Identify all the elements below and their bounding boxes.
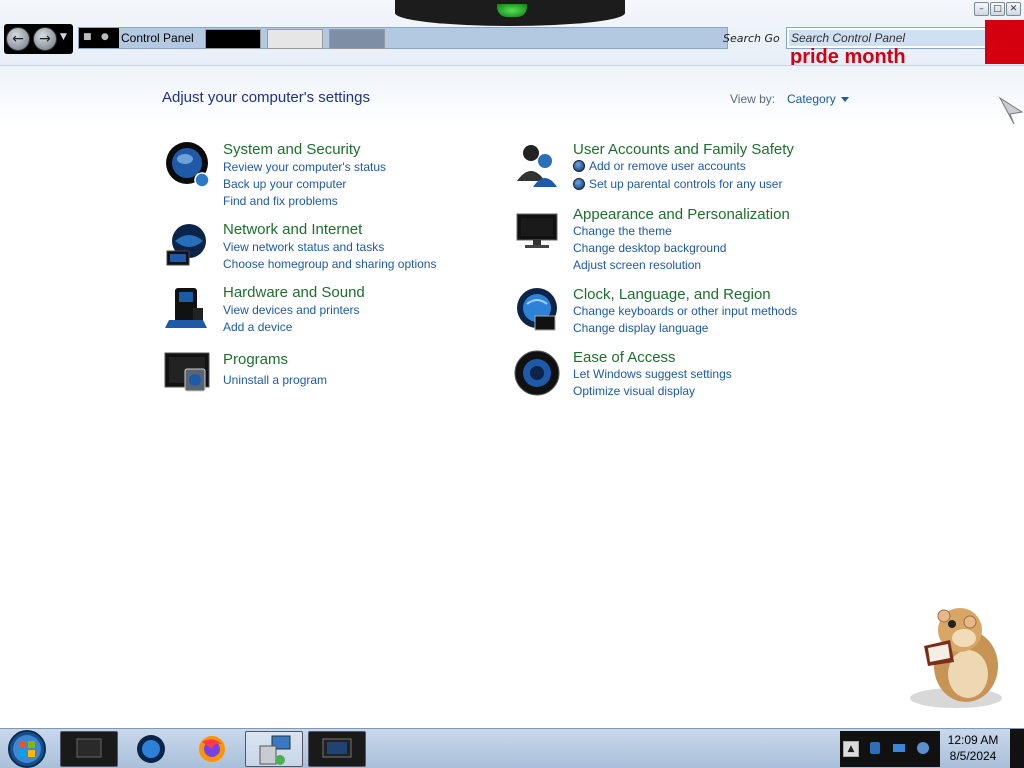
link-text: Set up parental controls for any user xyxy=(589,177,783,191)
screen-app-icon xyxy=(322,738,352,758)
link-text: Add or remove user accounts xyxy=(589,159,746,173)
pride-banner-text: pride month xyxy=(790,48,906,65)
programs-icon[interactable] xyxy=(163,351,211,399)
monitor-app-icon xyxy=(76,738,102,758)
link-screen-resolution[interactable]: Adjust screen resolution xyxy=(573,258,701,272)
page-title: Adjust your computer's settings xyxy=(162,89,370,106)
search-box[interactable] xyxy=(786,27,1018,49)
control-panel-content: Adjust your computer's settings View by:… xyxy=(0,66,1024,728)
link-windows-suggest-settings[interactable]: Let Windows suggest settings xyxy=(573,367,732,381)
category-title-appearance[interactable]: Appearance and Personalization xyxy=(573,206,790,223)
printer-speaker-icon[interactable] xyxy=(163,284,211,332)
desktop: ← → ▼ ■ ● Control Panel Search Go pride … xyxy=(0,0,1024,768)
dropdown-arrow-icon xyxy=(840,97,849,103)
address-bar[interactable]: ■ ● Control Panel Search Go xyxy=(78,27,780,49)
view-by-dropdown[interactable]: Category xyxy=(787,92,849,106)
clock-date: 8/5/2024 xyxy=(949,749,997,763)
link-change-keyboards[interactable]: Change keyboards or other input methods xyxy=(573,304,797,318)
address-overlay-thumb xyxy=(267,29,323,49)
show-desktop-button[interactable] xyxy=(1010,729,1024,768)
back-button[interactable]: ← xyxy=(6,27,30,51)
link-display-language[interactable]: Change display language xyxy=(573,321,708,335)
shield-tray-icon[interactable] xyxy=(868,741,882,755)
category-title-hardware-sound[interactable]: Hardware and Sound xyxy=(223,284,365,301)
ease-of-access-icon[interactable] xyxy=(513,349,561,397)
network-globe-icon[interactable] xyxy=(163,221,211,269)
search-input[interactable] xyxy=(789,30,999,46)
clock-globe-icon[interactable] xyxy=(513,286,561,334)
volume-tray-icon[interactable] xyxy=(916,741,930,755)
address-thumb-icon: ■ xyxy=(83,32,92,42)
link-uninstall-program[interactable]: Uninstall a program xyxy=(223,373,327,387)
category-title-programs[interactable]: Programs xyxy=(223,351,288,368)
category-user-accounts: User Accounts and Family Safety Add or r… xyxy=(513,141,833,191)
link-devices-printers[interactable]: View devices and printers xyxy=(223,303,360,317)
link-homegroup-sharing[interactable]: Choose homegroup and sharing options xyxy=(223,257,436,271)
monitor-icon[interactable] xyxy=(513,206,561,254)
shield-globe-icon[interactable] xyxy=(163,141,211,189)
category-programs: Programs Uninstall a program xyxy=(163,351,463,392)
navigation-buttons: ← → ▼ xyxy=(4,24,73,54)
category-title-system-security[interactable]: System and Security xyxy=(223,141,361,158)
admin-shield-icon xyxy=(573,160,585,172)
category-ease-of-access: Ease of Access Let Windows suggest setti… xyxy=(513,349,833,401)
view-by-value: Category xyxy=(787,92,836,106)
address-overlay-thumb xyxy=(205,29,261,49)
category-title-network-internet[interactable]: Network and Internet xyxy=(223,221,362,238)
pride-banner: pride month xyxy=(780,48,1024,65)
taskbar: ▲ 12:09 AM 8/5/2024 xyxy=(0,728,1024,768)
link-find-fix-problems[interactable]: Find and fix problems xyxy=(223,194,338,208)
category-network-internet: Network and Internet View network status… xyxy=(163,221,463,271)
link-review-status[interactable]: Review your computer's status xyxy=(223,160,386,174)
address-dot-icon: ● xyxy=(101,32,109,42)
clock-time: 12:09 AM xyxy=(947,733,999,747)
minimize-button[interactable]: – xyxy=(974,2,989,16)
admin-shield-icon xyxy=(573,178,585,190)
address-text: Control Panel xyxy=(121,31,194,45)
taskbar-screen-app[interactable] xyxy=(308,731,366,767)
start-button[interactable] xyxy=(4,729,50,768)
link-parental-controls[interactable]: Set up parental controls for any user xyxy=(573,177,782,191)
taskbar-network-app[interactable] xyxy=(245,731,303,767)
control-panel-icon: ■ ● xyxy=(79,28,119,48)
link-optimize-visual-display[interactable]: Optimize visual display xyxy=(573,384,695,398)
forward-button[interactable]: → xyxy=(33,27,57,51)
category-title-user-accounts[interactable]: User Accounts and Family Safety xyxy=(573,141,794,158)
network-tray-icon[interactable] xyxy=(892,741,906,755)
link-backup-computer[interactable]: Back up your computer xyxy=(223,177,346,191)
users-icon[interactable] xyxy=(513,141,561,189)
link-change-theme[interactable]: Change the theme xyxy=(573,224,672,238)
link-add-device[interactable]: Add a device xyxy=(223,320,292,334)
taskbar-clock[interactable]: 12:09 AM 8/5/2024 xyxy=(940,732,1006,766)
category-system-security: System and Security Review your computer… xyxy=(163,141,463,211)
network-app-icon xyxy=(259,735,291,765)
show-hidden-icons-button[interactable]: ▲ xyxy=(843,741,859,757)
firefox-icon xyxy=(199,736,225,762)
recent-pages-dropdown[interactable]: ▼ xyxy=(60,32,67,42)
maximize-button[interactable]: □ xyxy=(990,2,1005,16)
link-network-status[interactable]: View network status and tasks xyxy=(223,240,384,254)
category-appearance: Appearance and Personalization Change th… xyxy=(513,206,833,274)
taskbar-firefox[interactable] xyxy=(183,731,241,767)
address-overlay-thumb xyxy=(329,29,385,49)
taskbar-monitor-app[interactable] xyxy=(60,731,118,767)
mouse-pointer-icon xyxy=(998,96,1024,125)
taskbar-globe-app[interactable] xyxy=(122,731,180,767)
category-title-ease-of-access[interactable]: Ease of Access xyxy=(573,349,676,366)
address-search-ghost: Search Go xyxy=(723,32,780,45)
window-controls: – □ ✕ xyxy=(972,2,1024,18)
theme-led-icon xyxy=(497,4,527,17)
category-title-clock-language[interactable]: Clock, Language, and Region xyxy=(573,286,771,303)
close-button[interactable]: ✕ xyxy=(1006,2,1021,16)
globe-app-icon xyxy=(137,735,165,763)
link-desktop-background[interactable]: Change desktop background xyxy=(573,241,726,255)
category-hardware-sound: Hardware and Sound View devices and prin… xyxy=(163,284,463,334)
hamster-mascot-icon xyxy=(910,608,1002,708)
system-tray: ▲ xyxy=(840,731,940,767)
window-toolbar: ← → ▼ ■ ● Control Panel Search Go pride … xyxy=(0,0,1024,66)
category-clock-language: Clock, Language, and Region Change keybo… xyxy=(513,286,833,338)
link-add-remove-users[interactable]: Add or remove user accounts xyxy=(573,159,746,173)
view-by-label: View by: xyxy=(730,92,776,106)
